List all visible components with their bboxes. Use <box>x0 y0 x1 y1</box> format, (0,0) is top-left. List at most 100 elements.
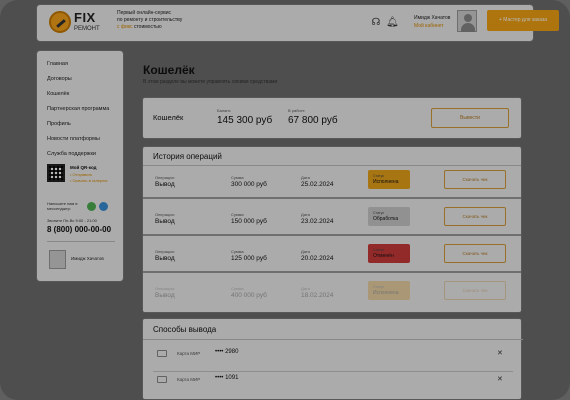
qr-download-link[interactable]: • Скачать в галерею <box>70 178 107 183</box>
page-title: Кошелёк <box>143 63 195 77</box>
list-item: Карта МИР •••• 1091 ✕ <box>157 375 513 387</box>
sidebar-item-contracts[interactable]: Договоры <box>47 75 109 90</box>
sidebar-item-wallet[interactable]: Кошелёк <box>47 90 109 105</box>
card-label: Карта МИР <box>177 377 201 382</box>
tagline-line1: Первый онлайн-сервис <box>117 10 172 16</box>
notification-bell-icon[interactable]: 🔔︎ <box>386 17 399 29</box>
date-value: 20.02.2024 <box>301 255 334 262</box>
headset-support-icon[interactable]: ☊ <box>370 17 382 29</box>
header-avatar[interactable] <box>457 10 477 32</box>
status-badge: Статус Обработка <box>368 207 410 226</box>
methods-row-divider <box>153 371 513 372</box>
table-row: Операция: Вывод Сумма 125 000 руб Дата 2… <box>143 244 521 276</box>
status-label: Статус <box>373 174 385 178</box>
date-value: 18.02.2024 <box>301 292 334 299</box>
download-receipt-button[interactable]: Скачать чек <box>444 281 506 300</box>
sidebar-user-name: Имидж Хачатов <box>71 256 104 261</box>
status-badge: Статус Исполнена <box>368 170 410 189</box>
status-label: Статус <box>373 285 385 289</box>
row-divider <box>143 197 521 199</box>
sidebar-divider <box>47 241 115 242</box>
sum-label: Сумма <box>231 212 244 217</box>
sidebar-item-news[interactable]: Новости платформы <box>47 135 109 150</box>
wallet-card: Кошелёк Баланс 145 300 руб В работе 67 8… <box>142 97 522 139</box>
table-row: Операция: Вывод Сумма 400 000 руб Дата 1… <box>153 281 515 312</box>
withdrawal-methods: Способы вывода Карта МИР •••• 2980 ✕ Кар… <box>142 318 523 400</box>
qr-code-icon[interactable] <box>47 164 65 182</box>
sidebar-nav: Главная Договоры Кошелёк Партнерская про… <box>47 60 109 165</box>
download-receipt-button[interactable]: Скачать чек <box>444 207 506 226</box>
sum-label: Сумма <box>231 286 244 291</box>
balance-value: 145 300 руб <box>217 115 273 126</box>
op-label: Операция: <box>155 175 175 180</box>
op-value: Вывод <box>155 255 175 262</box>
status-label: Статус <box>373 248 385 252</box>
status-value: Отменён <box>373 253 394 259</box>
status-label: Статус <box>373 211 385 215</box>
withdraw-button[interactable]: Вывести <box>431 108 509 128</box>
op-value: Вывод <box>155 181 175 188</box>
sum-label: Сумма <box>231 249 244 254</box>
in-work-label: В работе <box>288 108 305 113</box>
date-value: 23.02.2024 <box>301 218 334 225</box>
logo-text-remont: РЕМОНТ <box>74 26 100 32</box>
download-receipt-button[interactable]: Скачать чек <box>444 170 506 189</box>
date-label: Дата <box>301 286 310 291</box>
date-label: Дата <box>301 212 310 217</box>
tagline-line2: по ремонту и строительству <box>117 17 183 23</box>
page-subtitle: В этом разделе вы можете управлять своим… <box>143 79 278 85</box>
row-divider <box>143 271 521 273</box>
bank-card-icon <box>157 350 167 357</box>
fix-remont-logo[interactable]: FIX РЕМОНТ <box>49 9 101 39</box>
table-row: Операция: Вывод Сумма 150 000 руб Дата 2… <box>143 207 521 239</box>
header-tagline: Первый онлайн-сервис по ремонту и строит… <box>117 10 217 31</box>
working-hours: Звоните Пн-Вс 9:00 - 21:00 <box>47 218 97 223</box>
logo-text-fix: FIX <box>74 10 96 25</box>
telegram-icon[interactable] <box>99 202 108 211</box>
row-divider <box>143 234 521 236</box>
sum-value: 300 000 руб <box>231 181 267 188</box>
bank-card-icon <box>157 376 167 383</box>
remove-card-icon[interactable]: ✕ <box>497 375 503 383</box>
methods-divider <box>143 339 523 340</box>
status-badge: Статус Отменён <box>368 244 410 263</box>
status-badge: Статус Исполнена <box>368 281 410 300</box>
support-phone[interactable]: 8 (800) 000-00-00 <box>47 225 111 234</box>
status-value: Исполнена <box>373 290 399 296</box>
whatsapp-icon[interactable] <box>87 202 96 211</box>
op-label: Операция: <box>155 249 175 254</box>
op-label: Операция: <box>155 286 175 291</box>
methods-title: Способы вывода <box>153 325 217 334</box>
remove-card-icon[interactable]: ✕ <box>497 349 503 357</box>
date-value: 25.02.2024 <box>301 181 334 188</box>
in-work-value: 67 800 руб <box>288 115 338 126</box>
order-master-button[interactable]: + Мастер для заказа <box>487 10 559 31</box>
balance-label: Баланс <box>217 108 231 113</box>
qr-send-link[interactable]: • Отправить <box>70 172 92 177</box>
operations-history: История операций Операция: Вывод Сумма 3… <box>142 146 522 313</box>
op-label: Операция: <box>155 212 175 217</box>
sum-label: Сумма <box>231 175 244 180</box>
wallet-title: Кошелёк <box>153 113 184 122</box>
operations-divider <box>143 165 521 166</box>
sidebar-item-partner-program[interactable]: Партнерская программа <box>47 105 109 120</box>
card-number: •••• 1091 <box>215 375 239 381</box>
sidebar-item-profile[interactable]: Профиль <box>47 120 109 135</box>
logo-badge-icon <box>49 11 71 33</box>
header-user-name: Имидж Хачатов <box>414 15 451 21</box>
sum-value: 125 000 руб <box>231 255 267 262</box>
date-label: Дата <box>301 175 310 180</box>
sum-value: 400 000 руб <box>231 292 267 299</box>
table-row: Операция: Вывод Сумма 300 000 руб Дата 2… <box>143 170 521 202</box>
sum-value: 150 000 руб <box>231 218 267 225</box>
op-value: Вывод <box>155 218 175 225</box>
sidebar-item-support[interactable]: Служба поддержки <box>47 150 109 165</box>
sidebar-item-home[interactable]: Главная <box>47 60 109 75</box>
date-label: Дата <box>301 249 310 254</box>
sidebar-avatar[interactable] <box>49 250 66 269</box>
download-receipt-button[interactable]: Скачать чек <box>444 244 506 263</box>
header-cabinet-link[interactable]: Мой кабинет <box>414 23 444 29</box>
tagline-rest: стоимостью <box>133 24 162 30</box>
operations-title: История операций <box>153 152 222 161</box>
status-value: Обработка <box>373 216 399 222</box>
